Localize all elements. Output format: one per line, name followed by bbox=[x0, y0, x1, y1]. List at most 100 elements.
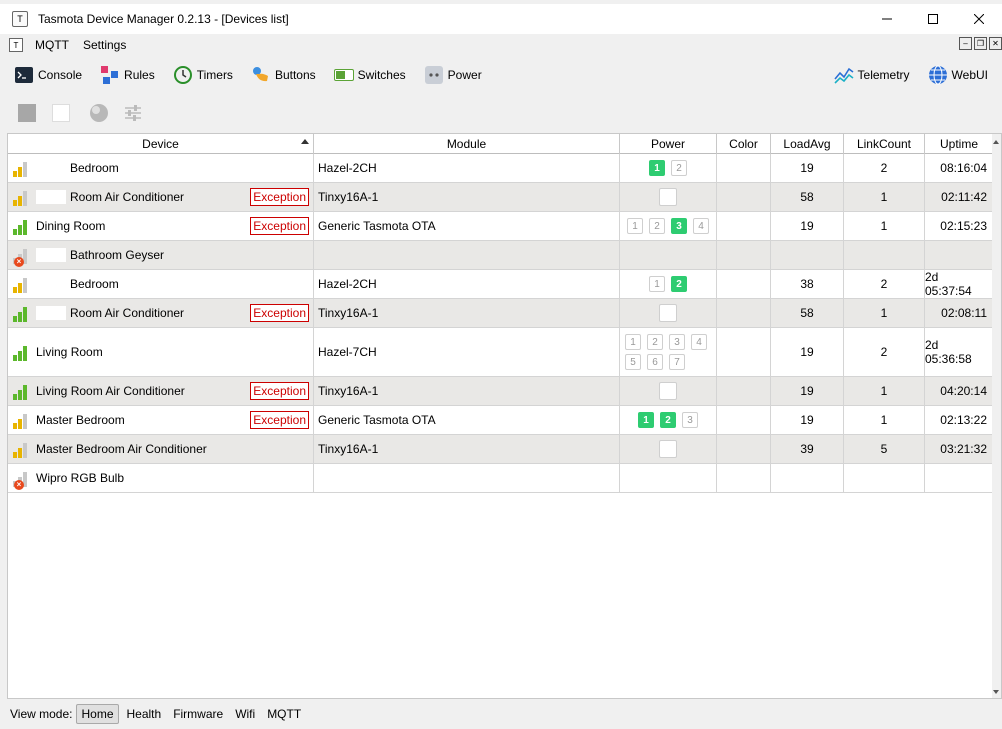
power-cell: 12 bbox=[620, 154, 717, 182]
mdi-restore-button[interactable]: ❐ bbox=[974, 37, 987, 50]
power-button[interactable]: Power bbox=[420, 61, 486, 89]
power-toggle-6[interactable]: 6 bbox=[647, 354, 663, 370]
view-mode-firmware[interactable]: Firmware bbox=[169, 705, 227, 723]
color-cell bbox=[717, 464, 771, 492]
table-row[interactable]: Room Air Conditioner Exception Tinxy16A-1 5… bbox=[8, 299, 994, 328]
power-cell bbox=[620, 435, 717, 463]
status-bar: View mode: Home Health Firmware Wifi MQT… bbox=[0, 703, 1002, 725]
column-header-linkcount[interactable]: LinkCount bbox=[844, 134, 925, 154]
table-row[interactable]: Bedroom Hazel-2CH 1 2 38 2 2d 05:37:54 bbox=[8, 270, 994, 299]
view-mode-wifi[interactable]: Wifi bbox=[231, 705, 259, 723]
power-toggle-7[interactable]: 7 bbox=[669, 354, 685, 370]
color-cell bbox=[717, 328, 771, 376]
telemetry-icon bbox=[833, 65, 854, 85]
view-mode-home[interactable]: Home bbox=[76, 704, 119, 724]
table-row[interactable]: Dining Room Exception Generic Tasmota OTA 1… bbox=[8, 212, 994, 241]
power-toggle-2[interactable]: 2 bbox=[649, 218, 665, 234]
close-button[interactable] bbox=[956, 4, 1002, 34]
webui-button[interactable]: WebUI bbox=[924, 61, 992, 89]
vertical-scrollbar[interactable] bbox=[992, 134, 1001, 698]
view-mode-mqtt[interactable]: MQTT bbox=[263, 705, 305, 723]
scroll-down-arrow-icon[interactable] bbox=[993, 690, 999, 694]
mdi-close-button[interactable]: ✕ bbox=[989, 37, 1002, 50]
column-header-color[interactable]: Color bbox=[717, 134, 771, 154]
column-header-module[interactable]: Module bbox=[314, 134, 620, 154]
sphere-button[interactable] bbox=[88, 102, 110, 124]
power-label: Power bbox=[447, 68, 482, 82]
device-cell: Master Bedroom Air Conditioner bbox=[8, 435, 314, 463]
device-cell: Living Room bbox=[8, 328, 314, 376]
power-toggle-single[interactable] bbox=[659, 382, 677, 400]
signal-strength-icon bbox=[12, 411, 30, 429]
power-toggle-3[interactable]: 3 bbox=[671, 218, 687, 234]
power-toggle-1[interactable]: 1 bbox=[649, 276, 665, 292]
device-cell: Living Room Air Conditioner Exception bbox=[8, 377, 314, 405]
column-header-loadavg[interactable]: LoadAvg bbox=[771, 134, 844, 154]
device-cell: × Wipro RGB Bulb bbox=[8, 464, 314, 492]
power-toggle-2[interactable]: 2 bbox=[671, 276, 687, 292]
menu-settings[interactable]: Settings bbox=[81, 38, 128, 52]
view-mode-label: View mode: bbox=[10, 707, 73, 721]
switches-button[interactable]: Switches bbox=[330, 61, 410, 89]
uptime-cell: 02:08:11 bbox=[925, 299, 994, 327]
scroll-up-arrow-icon[interactable] bbox=[993, 140, 999, 144]
title-bar: T Tasmota Device Manager 0.2.13 - [Devic… bbox=[0, 4, 1002, 34]
timers-button[interactable]: Timers bbox=[169, 61, 237, 89]
power-toggle-1[interactable]: 1 bbox=[649, 160, 665, 176]
column-header-power[interactable]: Power bbox=[620, 134, 717, 154]
table-row[interactable]: × Wipro RGB Bulb bbox=[8, 464, 994, 493]
view-mode-health[interactable]: Health bbox=[123, 705, 166, 723]
timers-icon bbox=[173, 65, 193, 85]
uptime-cell: 03:21:32 bbox=[925, 435, 994, 463]
power-toggle-1[interactable]: 1 bbox=[638, 412, 654, 428]
power-toggle-1[interactable]: 1 bbox=[627, 218, 643, 234]
sort-ascending-icon bbox=[301, 139, 309, 144]
power-toggle-single[interactable] bbox=[659, 440, 677, 458]
mdi-minimize-button[interactable]: – bbox=[959, 37, 972, 50]
power-toggle-4[interactable]: 4 bbox=[693, 218, 709, 234]
table-row[interactable]: × Bathroom Geyser bbox=[8, 241, 994, 270]
device-cell: Bedroom bbox=[8, 154, 314, 182]
stop-button[interactable] bbox=[16, 102, 38, 124]
table-row[interactable]: Living Room Air Conditioner Exception Tinx… bbox=[8, 377, 994, 406]
device-name: Master Bedroom Air Conditioner bbox=[36, 442, 207, 456]
column-header-device[interactable]: Device bbox=[8, 134, 314, 154]
maximize-button[interactable] bbox=[910, 4, 956, 34]
table-row[interactable]: Master Bedroom Air Conditioner Tinxy16A-1… bbox=[8, 435, 994, 464]
adjust-button[interactable] bbox=[122, 102, 144, 124]
loadavg-cell bbox=[771, 464, 844, 492]
table-row[interactable]: Room Air Conditioner Exception Tinxy16A-1 5… bbox=[8, 183, 994, 212]
telemetry-button[interactable]: Telemetry bbox=[830, 61, 914, 89]
column-header-uptime[interactable]: Uptime bbox=[925, 134, 994, 154]
module-cell: Tinxy16A-1 bbox=[314, 435, 620, 463]
console-button[interactable]: Console bbox=[10, 61, 86, 89]
power-toggle-2[interactable]: 2 bbox=[660, 412, 676, 428]
menu-mqtt[interactable]: MQTT bbox=[33, 38, 71, 52]
redacted-text bbox=[36, 190, 66, 204]
power-toggle-3[interactable]: 3 bbox=[669, 334, 685, 350]
linkcount-cell: 1 bbox=[844, 212, 925, 240]
minimize-button[interactable] bbox=[864, 4, 910, 34]
console-icon bbox=[14, 65, 34, 85]
sliders-icon bbox=[125, 105, 141, 121]
table-row[interactable]: Living Room Hazel-7CH 1 2 3 4 5 6 7 19 2 2d 05:36:5… bbox=[8, 328, 994, 377]
mdi-window-icon[interactable]: T bbox=[9, 38, 23, 52]
power-toggle-2[interactable]: 2 bbox=[671, 160, 687, 176]
table-row[interactable]: Bedroom Hazel-2CH 1 2 19 2 08:16:04 bbox=[8, 154, 994, 183]
power-toggle-1[interactable]: 1 bbox=[625, 334, 641, 350]
power-toggle-4[interactable]: 4 bbox=[691, 334, 707, 350]
buttons-label: Buttons bbox=[274, 68, 316, 82]
blank-button[interactable] bbox=[50, 102, 72, 124]
loadavg-cell: 19 bbox=[771, 328, 844, 376]
module-cell: Hazel-2CH bbox=[314, 270, 620, 298]
power-toggle-5[interactable]: 5 bbox=[625, 354, 641, 370]
buttons-button[interactable]: Buttons bbox=[247, 61, 320, 89]
power-toggle-single[interactable] bbox=[659, 188, 677, 206]
power-toggle-single[interactable] bbox=[659, 304, 677, 322]
linkcount-cell: 1 bbox=[844, 406, 925, 434]
device-cell: Room Air Conditioner Exception bbox=[8, 299, 314, 327]
table-row[interactable]: Master Bedroom Exception Generic Tasmota O… bbox=[8, 406, 994, 435]
rules-button[interactable]: Rules bbox=[96, 61, 159, 89]
power-toggle-3[interactable]: 3 bbox=[682, 412, 698, 428]
power-toggle-2[interactable]: 2 bbox=[647, 334, 663, 350]
